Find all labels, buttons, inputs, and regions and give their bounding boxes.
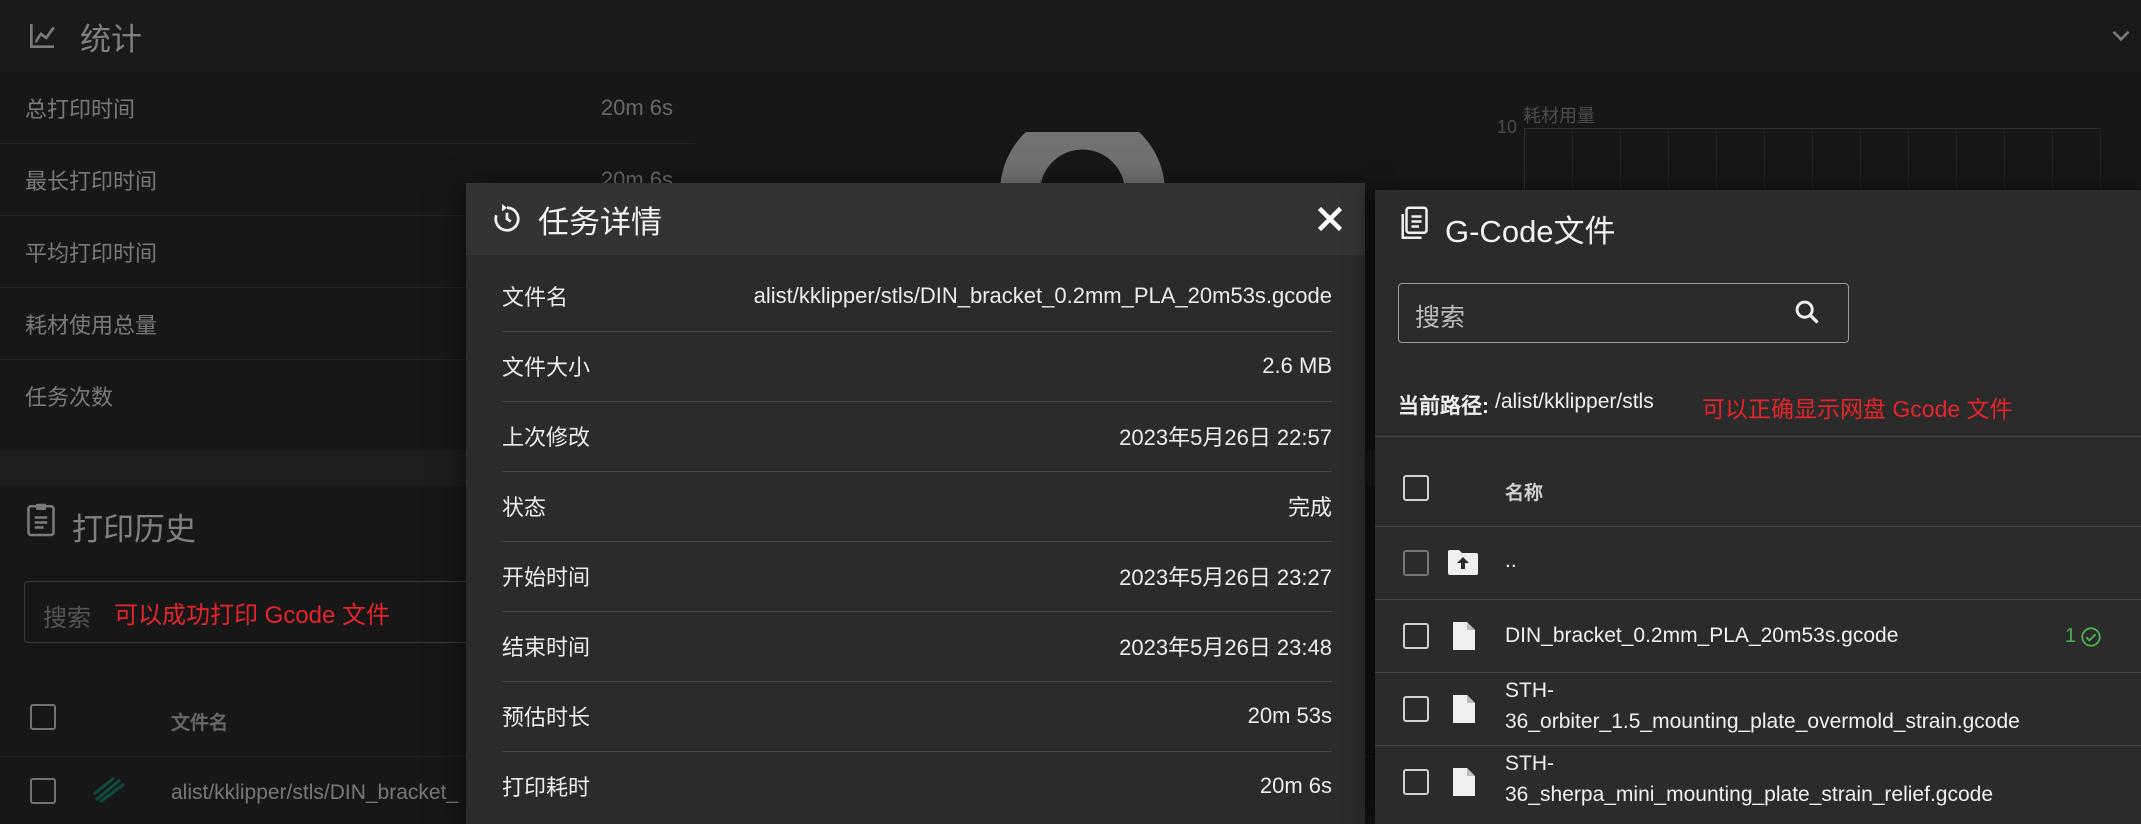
select-all-checkbox[interactable] — [30, 704, 56, 730]
stat-label: 总打印时间 — [25, 96, 136, 122]
detail-value: 20m 6s — [1259, 773, 1332, 798]
detail-row: 文件大小 2.6 MB — [502, 331, 1332, 402]
statistics-title: 统计 — [80, 21, 142, 57]
printer-icon — [90, 774, 130, 808]
detail-label: 开始时间 — [502, 565, 591, 590]
row-checkbox[interactable] — [30, 778, 56, 804]
file-icon — [1451, 693, 1477, 725]
job-details-dialog: 任务详情 文件名 alist/kklipper/stls/DIN_bracket… — [466, 183, 1365, 824]
stat-label: 耗材使用总量 — [25, 312, 158, 338]
detail-row: 结束时间 2023年5月26日 23:48 — [502, 611, 1332, 682]
file-row[interactable]: STH- 36_orbiter_1.5_mounting_plate_overm… — [1375, 673, 2141, 746]
dialog-header: 任务详情 — [466, 183, 1365, 255]
detail-value: 2023年5月26日 23:48 — [1119, 635, 1332, 660]
row-checkbox[interactable] — [1403, 769, 1429, 795]
gcode-search-placeholder: 搜索 — [1415, 304, 1466, 332]
detail-label: 打印耗时 — [502, 775, 591, 800]
search-icon[interactable] — [1793, 298, 1821, 326]
detail-label: 状态 — [502, 495, 547, 520]
select-all-checkbox[interactable] — [1403, 475, 1429, 501]
file-name-line2: 36_orbiter_1.5_mounting_plate_overmold_s… — [1505, 710, 2020, 733]
detail-row: 预估时长 20m 53s — [502, 681, 1332, 752]
detail-value: 2.6 MB — [1262, 353, 1332, 378]
gcode-panel-title: G-Code文件 — [1445, 214, 1616, 249]
gcode-annotation: 可以正确显示网盘 Gcode 文件 — [1702, 396, 2013, 422]
current-path-label: 当前路径: — [1398, 395, 1489, 418]
current-path-value: /alist/kklipper/stls — [1495, 390, 1654, 413]
chevron-down-icon[interactable] — [2108, 22, 2134, 48]
detail-label: 预估时长 — [502, 705, 591, 730]
stat-row: 总打印时间 20m 6s — [0, 72, 695, 144]
row-checkbox[interactable] — [1403, 696, 1429, 722]
gcode-search-input[interactable]: 搜索 — [1398, 283, 1849, 343]
detail-label: 文件名 — [502, 285, 569, 310]
gcode-files-panel: G-Code文件 搜索 当前路径: /alist/kklipper/stls 可… — [1375, 190, 2141, 824]
stat-value: 20m 6s — [600, 94, 673, 120]
detail-label: 结束时间 — [502, 635, 591, 660]
check-circle-icon — [2080, 626, 2102, 648]
file-document-icon — [1399, 206, 1429, 242]
stat-label: 最长打印时间 — [25, 168, 158, 194]
file-icon — [1451, 766, 1477, 798]
file-icon — [1451, 620, 1477, 652]
file-row-parent[interactable]: .. — [1375, 527, 2141, 600]
detail-row: 上次修改 2023年5月26日 22:57 — [502, 401, 1332, 472]
file-name: .. — [1505, 549, 1517, 572]
detail-value: 2023年5月26日 22:57 — [1119, 425, 1332, 450]
print-count: 1 — [2065, 625, 2077, 647]
detail-row: 打印耗时 20m 6s — [502, 751, 1332, 821]
clipboard-list-icon — [26, 502, 56, 538]
history-title: 打印历史 — [72, 512, 196, 547]
dialog-title: 任务详情 — [538, 204, 662, 240]
stat-label: 任务次数 — [25, 384, 114, 410]
history-search-placeholder: 搜索 — [43, 605, 91, 632]
close-icon[interactable] — [1316, 205, 1344, 233]
history-icon — [492, 204, 522, 234]
column-header-name[interactable]: 名称 — [1505, 478, 1543, 505]
filament-chart-title: 耗材用量 — [1523, 106, 1595, 126]
statistics-header[interactable]: 统计 — [0, 0, 2141, 72]
chart-area-icon — [26, 20, 58, 52]
history-filename[interactable]: alist/kklipper/stls/DIN_bracket_ — [171, 781, 458, 805]
file-name-line1: STH- — [1505, 752, 1554, 775]
detail-value: 完成 — [1287, 495, 1332, 520]
file-row[interactable]: STH- 36_sherpa_mini_mounting_plate_strai… — [1375, 746, 2141, 818]
folder-upload-icon — [1447, 548, 1479, 576]
stat-label: 平均打印时间 — [25, 240, 158, 266]
file-name: DIN_bracket_0.2mm_PLA_20m53s.gcode — [1505, 624, 1899, 647]
detail-row: 开始时间 2023年5月26日 23:27 — [502, 541, 1332, 612]
detail-value: 20m 53s — [1247, 703, 1332, 728]
row-checkbox[interactable] — [1403, 550, 1429, 576]
file-name-line2: 36_sherpa_mini_mounting_plate_strain_rel… — [1505, 783, 1993, 806]
filament-chart-grid — [1524, 128, 2101, 189]
file-name-line1: STH- — [1505, 679, 1554, 702]
history-annotation: 可以成功打印 Gcode 文件 — [114, 602, 391, 629]
chart-y-tick: 10 — [1497, 117, 1518, 137]
detail-label: 上次修改 — [502, 425, 591, 450]
table-divider — [1375, 436, 2141, 437]
column-header-filename[interactable]: 文件名 — [171, 708, 228, 735]
detail-row: 状态 完成 — [502, 471, 1332, 542]
detail-row: 文件名 alist/kklipper/stls/DIN_bracket_0.2m… — [502, 261, 1332, 332]
detail-value: alist/kklipper/stls/DIN_bracket_0.2mm_PL… — [753, 283, 1332, 308]
detail-label: 文件大小 — [502, 355, 591, 380]
row-checkbox[interactable] — [1403, 623, 1429, 649]
detail-value: 2023年5月26日 23:27 — [1119, 565, 1332, 590]
file-row[interactable]: DIN_bracket_0.2mm_PLA_20m53s.gcode 1 — [1375, 600, 2141, 673]
